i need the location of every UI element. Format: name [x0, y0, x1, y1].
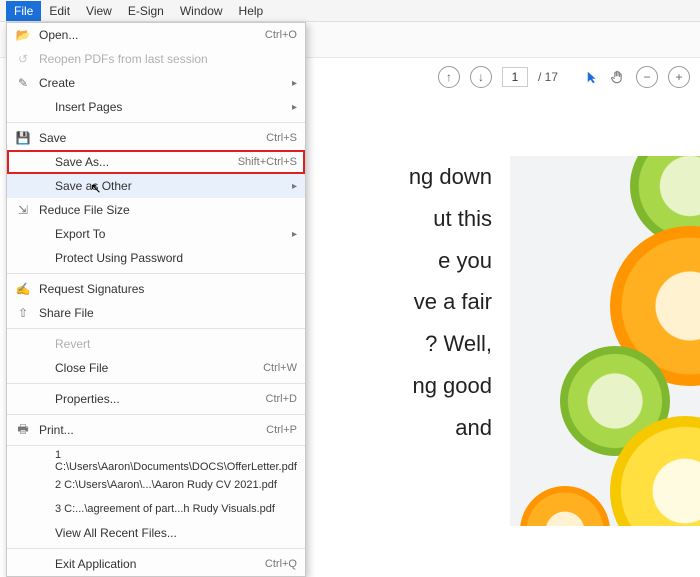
compress-icon: ⇲: [13, 203, 33, 217]
menu-save-as-shortcut: Shift+Ctrl+S: [238, 156, 297, 168]
menu-revert-label: Revert: [33, 337, 297, 351]
cursor-icon: ↖: [90, 180, 102, 197]
document-image: [510, 156, 700, 526]
menu-properties-shortcut: Ctrl+D: [266, 393, 297, 405]
menu-separator: [7, 273, 305, 274]
scroll-up-icon[interactable]: ↑: [438, 66, 460, 88]
menu-separator: [7, 414, 305, 415]
menubar: File Edit View E-Sign Window Help: [0, 0, 700, 22]
menu-recent3-label: 3 C:...\agreement of part...h Rudy Visua…: [33, 503, 297, 515]
share-icon: ⇧: [13, 306, 33, 320]
menu-save-shortcut: Ctrl+S: [266, 132, 297, 144]
menu-insert-pages-label: Insert Pages: [33, 100, 292, 114]
menu-print-label: Print...: [33, 423, 266, 437]
menu-save-label: Save: [33, 131, 266, 145]
submenu-arrow-icon: ▸: [292, 181, 297, 192]
submenu-arrow-icon: ▸: [292, 229, 297, 240]
menu-export-to[interactable]: Export To ▸: [7, 222, 305, 246]
menu-separator: [7, 328, 305, 329]
menu-recent2-label: 2 C:\Users\Aaron\...\Aaron Rudy CV 2021.…: [33, 479, 297, 491]
zoom-in-icon[interactable]: +: [668, 66, 690, 88]
page-tools: ↑ ↓ 1 / 17 − +: [438, 60, 690, 94]
menu-separator: [7, 445, 305, 446]
menu-open-label: Open...: [33, 28, 265, 42]
menu-share-file[interactable]: ⇧ Share File: [7, 301, 305, 325]
menu-open-shortcut: Ctrl+O: [265, 29, 297, 41]
reopen-icon: ↺: [13, 52, 33, 66]
menu-separator: [7, 548, 305, 549]
menu-window[interactable]: Window: [172, 1, 231, 21]
print-icon: 🖶: [13, 420, 33, 441]
menu-save-as-other[interactable]: Save as Other ▸: [7, 174, 305, 198]
menu-separator: [7, 122, 305, 123]
zoom-out-icon[interactable]: −: [636, 66, 658, 88]
menu-create[interactable]: ✎ Create ▸: [7, 71, 305, 95]
menu-reopen: ↺ Reopen PDFs from last session: [7, 47, 305, 71]
menu-save-as-label: Save As...: [33, 155, 238, 169]
menu-view[interactable]: View: [78, 1, 120, 21]
menu-print-shortcut: Ctrl+P: [266, 424, 297, 436]
menu-recent-1[interactable]: 1 C:\Users\Aaron\Documents\DOCS\OfferLet…: [7, 449, 305, 473]
menu-view-all-recent[interactable]: View All Recent Files...: [7, 521, 305, 545]
menu-exit-label: Exit Application: [33, 557, 265, 571]
menu-save-as[interactable]: Save As... Shift+Ctrl+S: [7, 150, 305, 174]
menu-save[interactable]: 💾 Save Ctrl+S: [7, 126, 305, 150]
menu-close-label: Close File: [33, 361, 263, 375]
menu-close-file[interactable]: Close File Ctrl+W: [7, 356, 305, 380]
folder-open-icon: 📂: [13, 28, 33, 42]
menu-exit-shortcut: Ctrl+Q: [265, 558, 297, 570]
menu-export-label: Export To: [33, 227, 292, 241]
menu-recent1-label: 1 C:\Users\Aaron\Documents\DOCS\OfferLet…: [33, 449, 297, 473]
menu-reduce-size[interactable]: ⇲ Reduce File Size: [7, 198, 305, 222]
document-area: ng down ut this e you ve a fair ? Well, …: [310, 96, 700, 526]
menu-protect[interactable]: Protect Using Password: [7, 246, 305, 270]
menu-revert: Revert: [7, 332, 305, 356]
scroll-down-icon[interactable]: ↓: [470, 66, 492, 88]
menu-share-label: Share File: [33, 306, 297, 320]
menu-recent-2[interactable]: 2 C:\Users\Aaron\...\Aaron Rudy CV 2021.…: [7, 473, 305, 497]
menu-open[interactable]: 📂 Open... Ctrl+O: [7, 23, 305, 47]
menu-esign[interactable]: E-Sign: [120, 1, 172, 21]
document-text: ng down ut this e you ve a fair ? Well, …: [310, 96, 510, 526]
menu-reduce-label: Reduce File Size: [33, 203, 297, 217]
menu-protect-label: Protect Using Password: [33, 251, 297, 265]
submenu-arrow-icon: ▸: [292, 102, 297, 113]
menu-help[interactable]: Help: [231, 1, 272, 21]
hand-tool-icon[interactable]: [610, 69, 626, 85]
menu-save-other-label: Save as Other: [33, 179, 292, 193]
menu-close-shortcut: Ctrl+W: [263, 362, 297, 374]
menu-request-signatures[interactable]: ✍ Request Signatures: [7, 277, 305, 301]
menu-insert-pages[interactable]: Insert Pages ▸: [7, 95, 305, 119]
menu-print[interactable]: 🖶 Print... Ctrl+P: [7, 418, 305, 442]
menu-create-label: Create: [33, 76, 292, 90]
menu-properties-label: Properties...: [33, 392, 266, 406]
file-menu-dropdown: 📂 Open... Ctrl+O ↺ Reopen PDFs from last…: [6, 22, 306, 577]
create-icon: ✎: [13, 76, 33, 90]
menu-recent-3[interactable]: 3 C:...\agreement of part...h Rudy Visua…: [7, 497, 305, 521]
page-total-label: / 17: [538, 70, 558, 84]
save-icon: 💾: [13, 131, 33, 145]
menu-view-recent-label: View All Recent Files...: [33, 526, 297, 540]
menu-edit[interactable]: Edit: [41, 1, 78, 21]
menu-exit[interactable]: Exit Application Ctrl+Q: [7, 552, 305, 576]
menu-file[interactable]: File: [6, 1, 41, 21]
menu-reopen-label: Reopen PDFs from last session: [33, 52, 297, 66]
selection-tool-icon[interactable]: [586, 70, 600, 84]
page-number-input[interactable]: 1: [502, 67, 528, 87]
menu-properties[interactable]: Properties... Ctrl+D: [7, 387, 305, 411]
menu-separator: [7, 383, 305, 384]
signature-icon: ✍: [13, 282, 33, 296]
menu-req-sig-label: Request Signatures: [33, 282, 297, 296]
submenu-arrow-icon: ▸: [292, 78, 297, 89]
